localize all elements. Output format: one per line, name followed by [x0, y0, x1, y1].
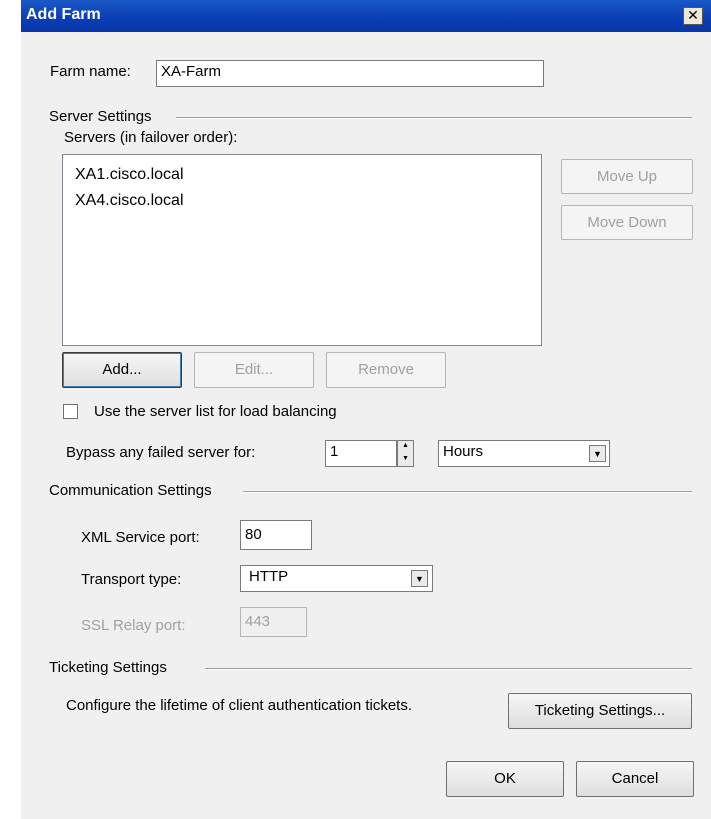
edit-server-button[interactable]: Edit... — [194, 352, 314, 388]
close-icon: ✕ — [687, 7, 699, 23]
bypass-duration-input[interactable]: 1 — [325, 440, 397, 467]
bypass-unit-value: Hours — [443, 443, 484, 460]
farm-name-input[interactable]: XA-Farm — [156, 60, 544, 87]
remove-server-button[interactable]: Remove — [326, 352, 446, 388]
move-down-button[interactable]: Move Down — [561, 205, 693, 240]
ticketing-description: Configure the lifetime of client authent… — [66, 697, 413, 714]
farm-name-label: Farm name: — [50, 63, 131, 80]
servers-label: Servers (in failover order): — [64, 129, 238, 146]
communication-settings-divider — [243, 491, 692, 493]
transport-type-value: HTTP — [249, 568, 289, 585]
xml-port-label: XML Service port: — [81, 529, 200, 546]
ticketing-settings-divider — [205, 668, 692, 670]
transport-type-label: Transport type: — [81, 571, 182, 588]
communication-settings-group-label: Communication Settings — [49, 482, 212, 499]
move-up-button[interactable]: Move Up — [561, 159, 693, 194]
list-item[interactable]: XA1.cisco.local — [75, 166, 184, 184]
transport-type-select[interactable]: HTTP — [240, 565, 433, 592]
arrow-down-icon[interactable]: ▼ — [398, 454, 413, 467]
ssl-relay-port-label: SSL Relay port: — [81, 617, 186, 634]
title-bar — [21, 0, 711, 32]
chevron-down-icon[interactable]: ▼ — [589, 445, 606, 462]
load-balancing-label: Use the server list for load balancing — [94, 403, 337, 420]
window-title: Add Farm — [26, 6, 101, 23]
list-item[interactable]: XA4.cisco.local — [75, 192, 184, 210]
cancel-button[interactable]: Cancel — [576, 761, 694, 797]
server-settings-group-label: Server Settings — [49, 108, 152, 125]
server-settings-divider — [176, 117, 692, 119]
arrow-up-icon[interactable]: ▲ — [398, 441, 413, 454]
ticketing-settings-group-label: Ticketing Settings — [49, 659, 167, 676]
ssl-relay-port-input[interactable]: 443 — [240, 607, 307, 637]
add-server-button[interactable]: Add... — [62, 352, 182, 388]
load-balancing-checkbox[interactable] — [63, 404, 78, 419]
xml-port-input[interactable]: 80 — [240, 520, 312, 550]
chevron-down-icon[interactable]: ▼ — [411, 570, 428, 587]
bypass-unit-select[interactable]: Hours — [438, 440, 610, 467]
ticketing-settings-button[interactable]: Ticketing Settings... — [508, 693, 692, 729]
servers-listbox[interactable]: XA1.cisco.local XA4.cisco.local — [62, 154, 542, 346]
ok-button[interactable]: OK — [446, 761, 564, 797]
bypass-label: Bypass any failed server for: — [66, 444, 256, 461]
close-button[interactable]: ✕ — [683, 7, 703, 25]
bypass-duration-spinner[interactable]: ▲ ▼ — [397, 440, 414, 467]
